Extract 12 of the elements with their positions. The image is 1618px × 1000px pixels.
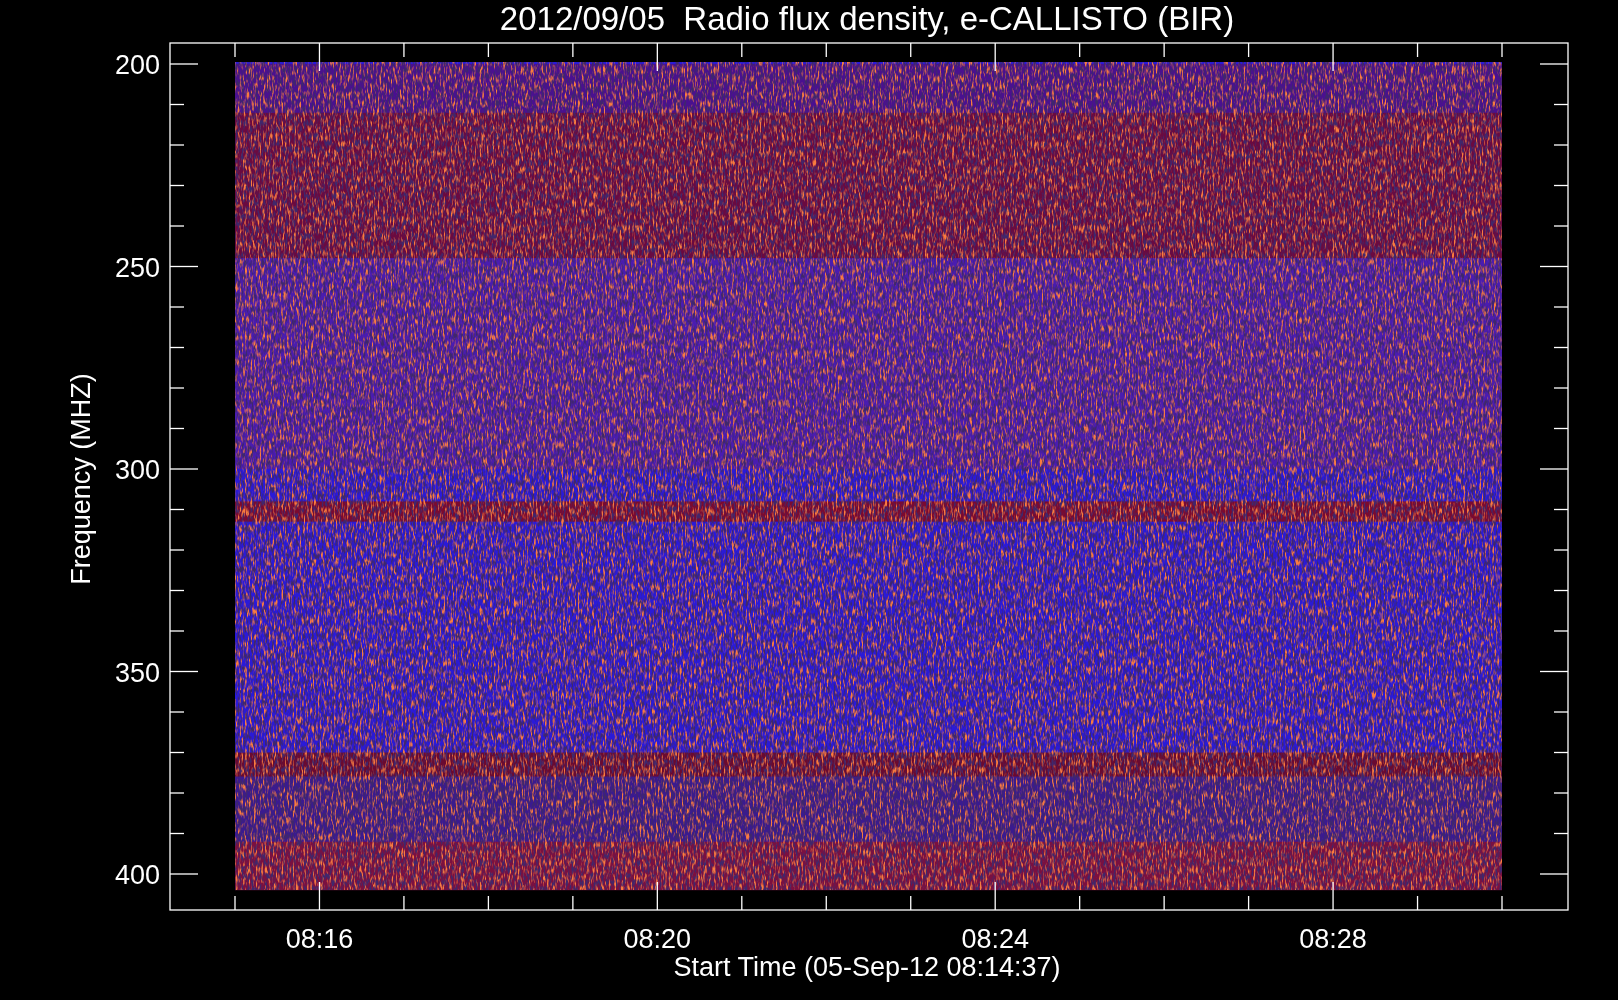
- tick-label: 08:20: [623, 924, 692, 954]
- tick-label: 08:16: [285, 924, 354, 954]
- tick-label: 250: [114, 252, 160, 283]
- chart-title: 2012/09/05 Radio flux density, e-CALLISTO (BIR): [499, 0, 1235, 37]
- tick-label: 200: [114, 50, 160, 80]
- tick-label: 08:24: [961, 924, 1029, 954]
- tick-label: 400: [114, 860, 160, 890]
- tick-label: 08:28: [1299, 924, 1367, 954]
- tick-label: 300: [114, 455, 160, 485]
- axis-label: Frequency (MHZ): [66, 373, 96, 585]
- axis-label: Start Time (05-Sep-12 08:14:37): [673, 952, 1061, 982]
- tick-label: 350: [114, 657, 160, 688]
